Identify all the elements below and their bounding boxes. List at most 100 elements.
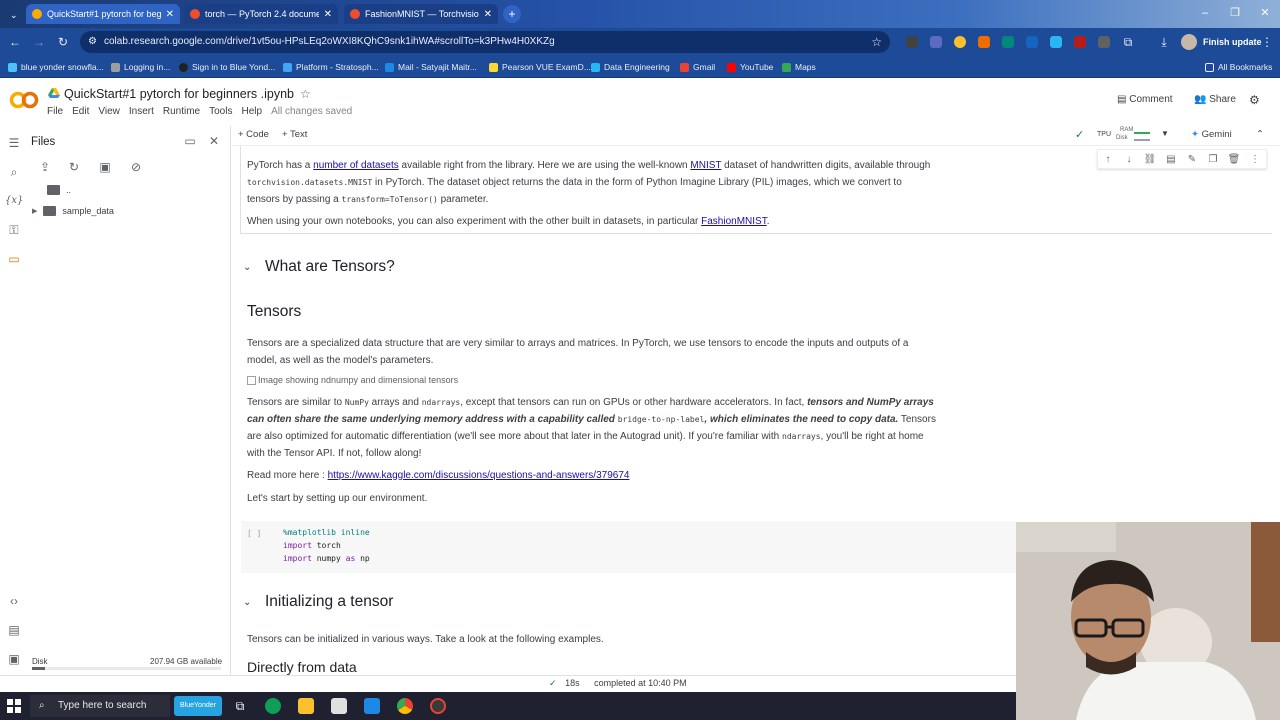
comment-icon[interactable]: ▤ <box>1164 153 1178 167</box>
file-tree-item[interactable]: ▶ sample_data <box>32 206 114 216</box>
bookmark-item[interactable]: YouTube <box>727 60 773 74</box>
mirror-cell-icon[interactable]: ❐ <box>1206 153 1220 167</box>
close-icon[interactable]: ✕ <box>484 9 492 20</box>
bookmark-item[interactable]: Mail - Satyajit Maitr... <box>385 60 477 74</box>
bookmark-item[interactable]: Platform - Stratosph... <box>283 60 379 74</box>
site-info-icon[interactable]: ⚙ <box>88 31 97 53</box>
bookmark-item[interactable]: Data Engineering <box>591 60 670 74</box>
star-icon[interactable]: ☆ <box>300 87 311 101</box>
edit-pencil-icon[interactable]: ✎ <box>1185 153 1199 167</box>
execution-status[interactable]: ✓ 18s completed at 10:40 PM <box>549 678 687 689</box>
terminal-icon[interactable]: ▣ <box>5 650 23 668</box>
url-field[interactable]: ⚙ colab.research.google.com/drive/1vt5ou… <box>80 31 890 53</box>
reload-icon[interactable]: ↻ <box>54 33 72 51</box>
extensions-puzzle-icon[interactable]: ⧉ <box>1119 33 1137 51</box>
share-button[interactable]: 👥 Share <box>1194 94 1236 105</box>
command-palette-icon[interactable]: ▤ <box>5 621 23 639</box>
move-down-icon[interactable]: ↓ <box>1122 153 1136 167</box>
blueyonder-app[interactable]: BlueYonder <box>174 696 222 716</box>
profile-avatar[interactable] <box>1181 34 1197 50</box>
menu-file[interactable]: File <box>47 106 63 117</box>
section-collapse-icon[interactable]: ⌄ <box>243 597 251 608</box>
menu-insert[interactable]: Insert <box>129 106 154 117</box>
back-icon[interactable]: ← <box>6 33 24 51</box>
collapse-header-icon[interactable]: ⌃ <box>1256 129 1264 140</box>
bookmark-item[interactable]: Pearson VUE ExamD... <box>489 60 591 74</box>
add-text-button[interactable]: + Text <box>282 129 307 140</box>
finish-update-button[interactable]: Finish update <box>1203 33 1262 51</box>
maximize-button[interactable]: ❐ <box>1220 4 1250 22</box>
fashionmnist-link[interactable]: FashionMNIST <box>701 216 767 227</box>
new-tab-button[interactable]: + <box>503 5 521 23</box>
more-options-icon[interactable]: ⋮ <box>1248 153 1262 167</box>
upload-file-icon[interactable]: ⇪ <box>37 159 53 175</box>
close-icon[interactable]: ✕ <box>166 9 174 20</box>
files-folder-icon[interactable]: ▭ <box>5 250 23 268</box>
extension-icon[interactable] <box>978 36 990 48</box>
bookmark-item[interactable]: Logging in... <box>111 60 170 74</box>
menu-edit[interactable]: Edit <box>72 106 89 117</box>
variables-icon[interactable]: {x} <box>5 192 23 210</box>
extension-icon[interactable] <box>906 36 918 48</box>
hide-files-icon[interactable]: ⊘ <box>128 159 144 175</box>
settings-gear-icon[interactable]: ⚙ <box>1249 93 1260 107</box>
tab-quickstart[interactable]: QuickStart#1 pytorch for beginn ✕ <box>26 4 180 24</box>
edge-icon[interactable] <box>265 698 281 714</box>
tab-fashionmnist[interactable]: FashionMNIST — Torchvision 0.1 ✕ <box>344 4 498 24</box>
forward-icon[interactable]: → <box>30 33 48 51</box>
menu-view[interactable]: View <box>98 106 120 117</box>
mail-icon[interactable] <box>364 698 380 714</box>
extension-icon[interactable] <box>930 36 942 48</box>
tab-torch-docs[interactable]: torch — PyTorch 2.4 documentati ✕ <box>184 4 338 24</box>
run-cell-button[interactable]: [ ] <box>247 529 261 538</box>
runtime-type[interactable]: TPU <box>1097 131 1111 138</box>
recorder-icon[interactable] <box>430 698 446 714</box>
extension-icon[interactable] <box>1074 36 1086 48</box>
extension-icon[interactable] <box>954 36 966 48</box>
bookmark-item[interactable]: Maps <box>782 60 816 74</box>
kaggle-link[interactable]: https://www.kaggle.com/discussions/quest… <box>328 470 630 481</box>
code-cell[interactable]: [ ] %matplotlib inline import torch impo… <box>241 521 1017 573</box>
file-explorer-icon[interactable] <box>298 698 314 714</box>
extension-icon[interactable] <box>1026 36 1038 48</box>
section-collapse-icon[interactable]: ⌄ <box>243 262 251 273</box>
window-close-button[interactable]: ✕ <box>1250 4 1280 22</box>
menu-help[interactable]: Help <box>241 106 262 117</box>
delete-trash-icon[interactable]: 🗑 <box>1227 153 1241 167</box>
bookmark-item[interactable]: blue yonder snowfla... <box>8 60 104 74</box>
gemini-button[interactable]: ✦ Gemini <box>1191 129 1232 140</box>
more-menu-icon[interactable]: ⋮ <box>1258 33 1276 51</box>
parent-directory-row[interactable]: .. <box>47 185 71 195</box>
all-bookmarks-button[interactable]: All Bookmarks <box>1205 60 1272 74</box>
refresh-icon[interactable]: ↻ <box>66 159 82 175</box>
store-icon[interactable] <box>331 698 347 714</box>
extension-icon[interactable] <box>1002 36 1014 48</box>
chevron-right-icon[interactable]: ▶ <box>32 207 37 215</box>
search-icon[interactable]: ⌕ <box>5 163 23 181</box>
task-view-icon[interactable]: ⧉ <box>232 698 248 714</box>
menu-tools[interactable]: Tools <box>209 106 232 117</box>
mnist-link[interactable]: MNIST <box>690 160 721 171</box>
number-of-datasets-link[interactable]: number of datasets <box>313 160 399 171</box>
colab-logo[interactable] <box>9 90 39 110</box>
google-drive-icon[interactable] <box>48 88 60 98</box>
extension-icon[interactable] <box>1050 36 1062 48</box>
chrome-icon[interactable] <box>397 698 413 714</box>
bookmark-item[interactable]: Sign in to Blue Yond... <box>179 60 275 74</box>
add-code-button[interactable]: + Code <box>238 129 269 140</box>
table-of-contents-icon[interactable]: ☰ <box>5 134 23 152</box>
bookmark-item[interactable]: Gmail <box>680 60 715 74</box>
move-up-icon[interactable]: ↑ <box>1101 153 1115 167</box>
taskbar-search[interactable]: ⌕ Type here to search <box>30 695 170 717</box>
close-panel-icon[interactable]: ✕ <box>206 133 222 149</box>
bookmark-star-icon[interactable]: ☆ <box>871 31 882 53</box>
code-snippets-icon[interactable]: ‹› <box>5 592 23 610</box>
extension-icon[interactable] <box>1098 36 1110 48</box>
mount-drive-icon[interactable]: ▣ <box>97 159 113 175</box>
new-tab-panel-icon[interactable]: ▭ <box>182 133 198 149</box>
notebook-title[interactable]: QuickStart#1 pytorch for beginners .ipyn… <box>64 87 294 101</box>
secrets-key-icon[interactable]: ⚿ <box>5 221 23 239</box>
resources-dropdown-icon[interactable]: ▼ <box>1161 129 1169 138</box>
menu-runtime[interactable]: Runtime <box>163 106 200 117</box>
windows-start-icon[interactable] <box>7 699 21 713</box>
